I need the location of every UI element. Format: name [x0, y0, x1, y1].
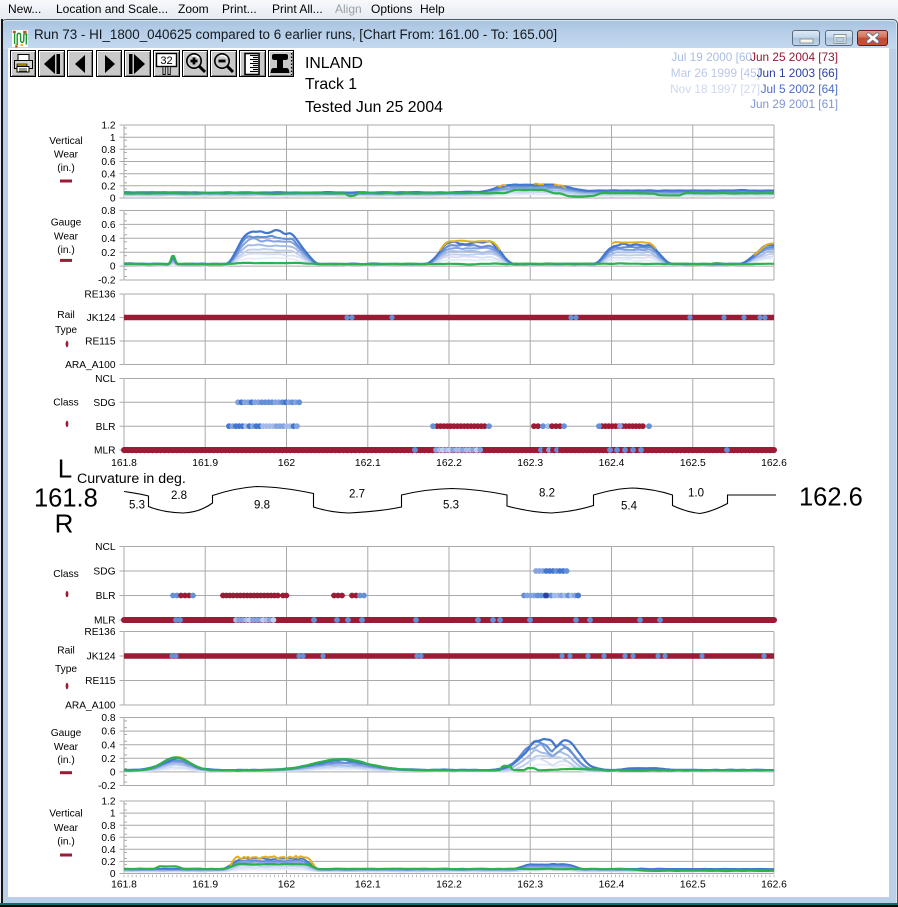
svg-text:NCL: NCL [95, 374, 116, 385]
svg-text:0.6: 0.6 [101, 727, 115, 738]
svg-text:Type: Type [55, 325, 77, 336]
svg-text:162.5: 162.5 [680, 458, 706, 469]
svg-text:Vertical: Vertical [49, 136, 82, 147]
svg-text:2.7: 2.7 [349, 489, 365, 501]
svg-text:Wear: Wear [54, 150, 79, 161]
svg-text:162.1: 162.1 [355, 458, 381, 469]
svg-text:Curvature in deg.: Curvature in deg. [77, 471, 186, 487]
svg-text:0.4: 0.4 [101, 234, 115, 245]
svg-text:161.9: 161.9 [192, 458, 218, 469]
svg-text:RE136: RE136 [84, 627, 115, 638]
svg-text:0.2: 0.2 [101, 181, 115, 192]
svg-text:-0.2: -0.2 [98, 276, 116, 287]
svg-text:Class: Class [53, 569, 78, 580]
svg-text:0: 0 [110, 194, 116, 205]
svg-text:0.4: 0.4 [101, 740, 115, 751]
svg-text:MLR: MLR [94, 616, 116, 627]
svg-text:0.8: 0.8 [101, 713, 115, 724]
svg-text:1.2: 1.2 [101, 121, 115, 132]
svg-text:2.8: 2.8 [171, 490, 187, 502]
svg-text:Gauge: Gauge [51, 728, 82, 739]
svg-text:(in.): (in.) [57, 755, 75, 766]
svg-text:162.4: 162.4 [599, 880, 625, 891]
svg-text:5.4: 5.4 [621, 501, 638, 513]
svg-text:Wear: Wear [54, 232, 79, 243]
svg-text:0: 0 [110, 768, 116, 779]
svg-text:ARA_A100: ARA_A100 [65, 360, 116, 371]
svg-text:ARA_A100: ARA_A100 [65, 701, 116, 712]
svg-text:1.2: 1.2 [101, 797, 115, 808]
svg-text:1: 1 [110, 133, 116, 144]
svg-text:161.8: 161.8 [111, 458, 137, 469]
svg-text:0: 0 [110, 262, 116, 273]
svg-text:162.1: 162.1 [355, 880, 381, 891]
svg-text:Vertical: Vertical [49, 809, 82, 820]
svg-text:Type: Type [55, 664, 77, 675]
svg-text:162: 162 [278, 880, 295, 891]
svg-text:0.6: 0.6 [101, 833, 115, 844]
svg-text:162.6: 162.6 [799, 484, 863, 512]
svg-text:BLR: BLR [96, 591, 116, 602]
svg-text:JK124: JK124 [87, 313, 116, 324]
svg-text:8.2: 8.2 [539, 488, 555, 500]
svg-text:Wear: Wear [54, 823, 79, 834]
svg-text:L: L [58, 454, 72, 484]
svg-text:Class: Class [53, 397, 78, 408]
svg-text:SDG: SDG [93, 398, 115, 409]
svg-text:RE115: RE115 [85, 676, 116, 687]
svg-text:RE115: RE115 [85, 337, 116, 348]
svg-text:0.2: 0.2 [101, 754, 115, 765]
svg-text:162.2: 162.2 [436, 880, 462, 891]
svg-text:JK124: JK124 [87, 652, 116, 663]
svg-text:0.2: 0.2 [101, 857, 115, 868]
svg-text:162.4: 162.4 [599, 458, 625, 469]
svg-text:BLR: BLR [96, 422, 116, 433]
svg-text:162.3: 162.3 [517, 458, 543, 469]
svg-text:R: R [55, 509, 74, 539]
svg-text:1.0: 1.0 [688, 488, 704, 500]
svg-text:162.5: 162.5 [680, 880, 706, 891]
svg-text:(in.): (in.) [57, 837, 75, 848]
svg-text:0.4: 0.4 [101, 169, 115, 180]
svg-text:NCL: NCL [95, 542, 116, 553]
svg-text:RE136: RE136 [84, 290, 115, 301]
svg-text:(in.): (in.) [57, 163, 75, 174]
svg-text:0.8: 0.8 [101, 821, 115, 832]
svg-text:161.8: 161.8 [111, 880, 137, 891]
svg-text:(in.): (in.) [57, 245, 75, 256]
svg-text:0.8: 0.8 [101, 145, 115, 156]
svg-text:SDG: SDG [93, 567, 115, 578]
svg-text:162.2: 162.2 [436, 458, 462, 469]
svg-text:5.3: 5.3 [129, 500, 145, 512]
svg-text:162.3: 162.3 [517, 880, 543, 891]
svg-text:0.6: 0.6 [101, 157, 115, 168]
svg-text:9.8: 9.8 [254, 500, 270, 512]
svg-text:0.2: 0.2 [101, 248, 115, 259]
svg-text:162: 162 [278, 458, 295, 469]
svg-text:0.4: 0.4 [101, 845, 115, 856]
svg-text:Gauge: Gauge [51, 218, 82, 229]
svg-text:5.3: 5.3 [443, 500, 459, 512]
svg-text:Rail: Rail [57, 310, 75, 321]
svg-text:0.8: 0.8 [101, 206, 115, 217]
svg-text:MLR: MLR [94, 446, 116, 457]
svg-text:0.6: 0.6 [101, 220, 115, 231]
svg-text:162.6: 162.6 [761, 880, 787, 891]
svg-text:0: 0 [110, 869, 116, 880]
svg-text:161.9: 161.9 [192, 880, 218, 891]
svg-text:Wear: Wear [54, 742, 79, 753]
svg-text:Rail: Rail [57, 646, 75, 657]
svg-text:162.6: 162.6 [761, 458, 787, 469]
svg-text:-0.2: -0.2 [98, 781, 116, 792]
svg-text:1: 1 [110, 809, 116, 820]
